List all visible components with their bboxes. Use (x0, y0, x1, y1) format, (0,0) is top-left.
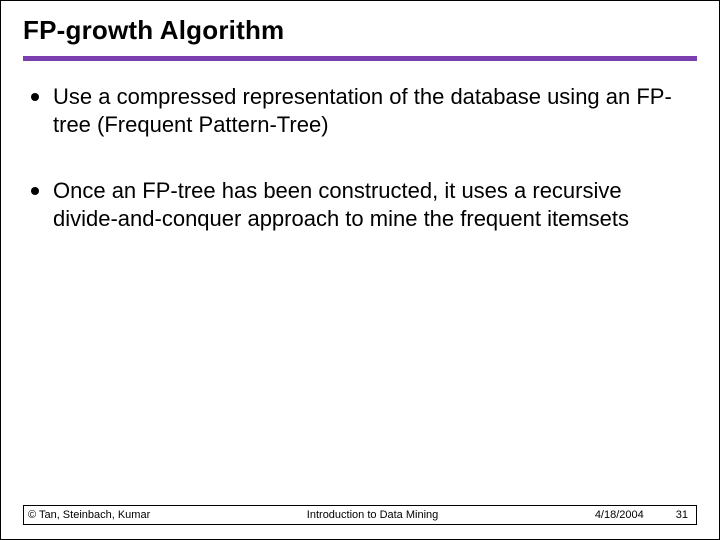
content-area: Use a compressed representation of the d… (23, 83, 697, 234)
bullet-item: Use a compressed representation of the d… (31, 83, 689, 139)
bullet-dot-icon (31, 187, 39, 195)
slide: FP-growth Algorithm Use a compressed rep… (0, 0, 720, 540)
bullet-text: Use a compressed representation of the d… (53, 83, 689, 139)
footer-page: 31 (676, 509, 696, 521)
footer-date: 4/18/2004 (595, 509, 676, 521)
footer-authors: © Tan, Steinbach, Kumar (24, 509, 150, 521)
bullet-dot-icon (31, 93, 39, 101)
bullet-text: Once an FP-tree has been constructed, it… (53, 177, 689, 233)
bullet-item: Once an FP-tree has been constructed, it… (31, 177, 689, 233)
title-rule (23, 56, 697, 61)
footer-course: Introduction to Data Mining (150, 509, 595, 521)
footer-bar: © Tan, Steinbach, Kumar Introduction to … (23, 505, 697, 525)
slide-title: FP-growth Algorithm (23, 15, 697, 46)
